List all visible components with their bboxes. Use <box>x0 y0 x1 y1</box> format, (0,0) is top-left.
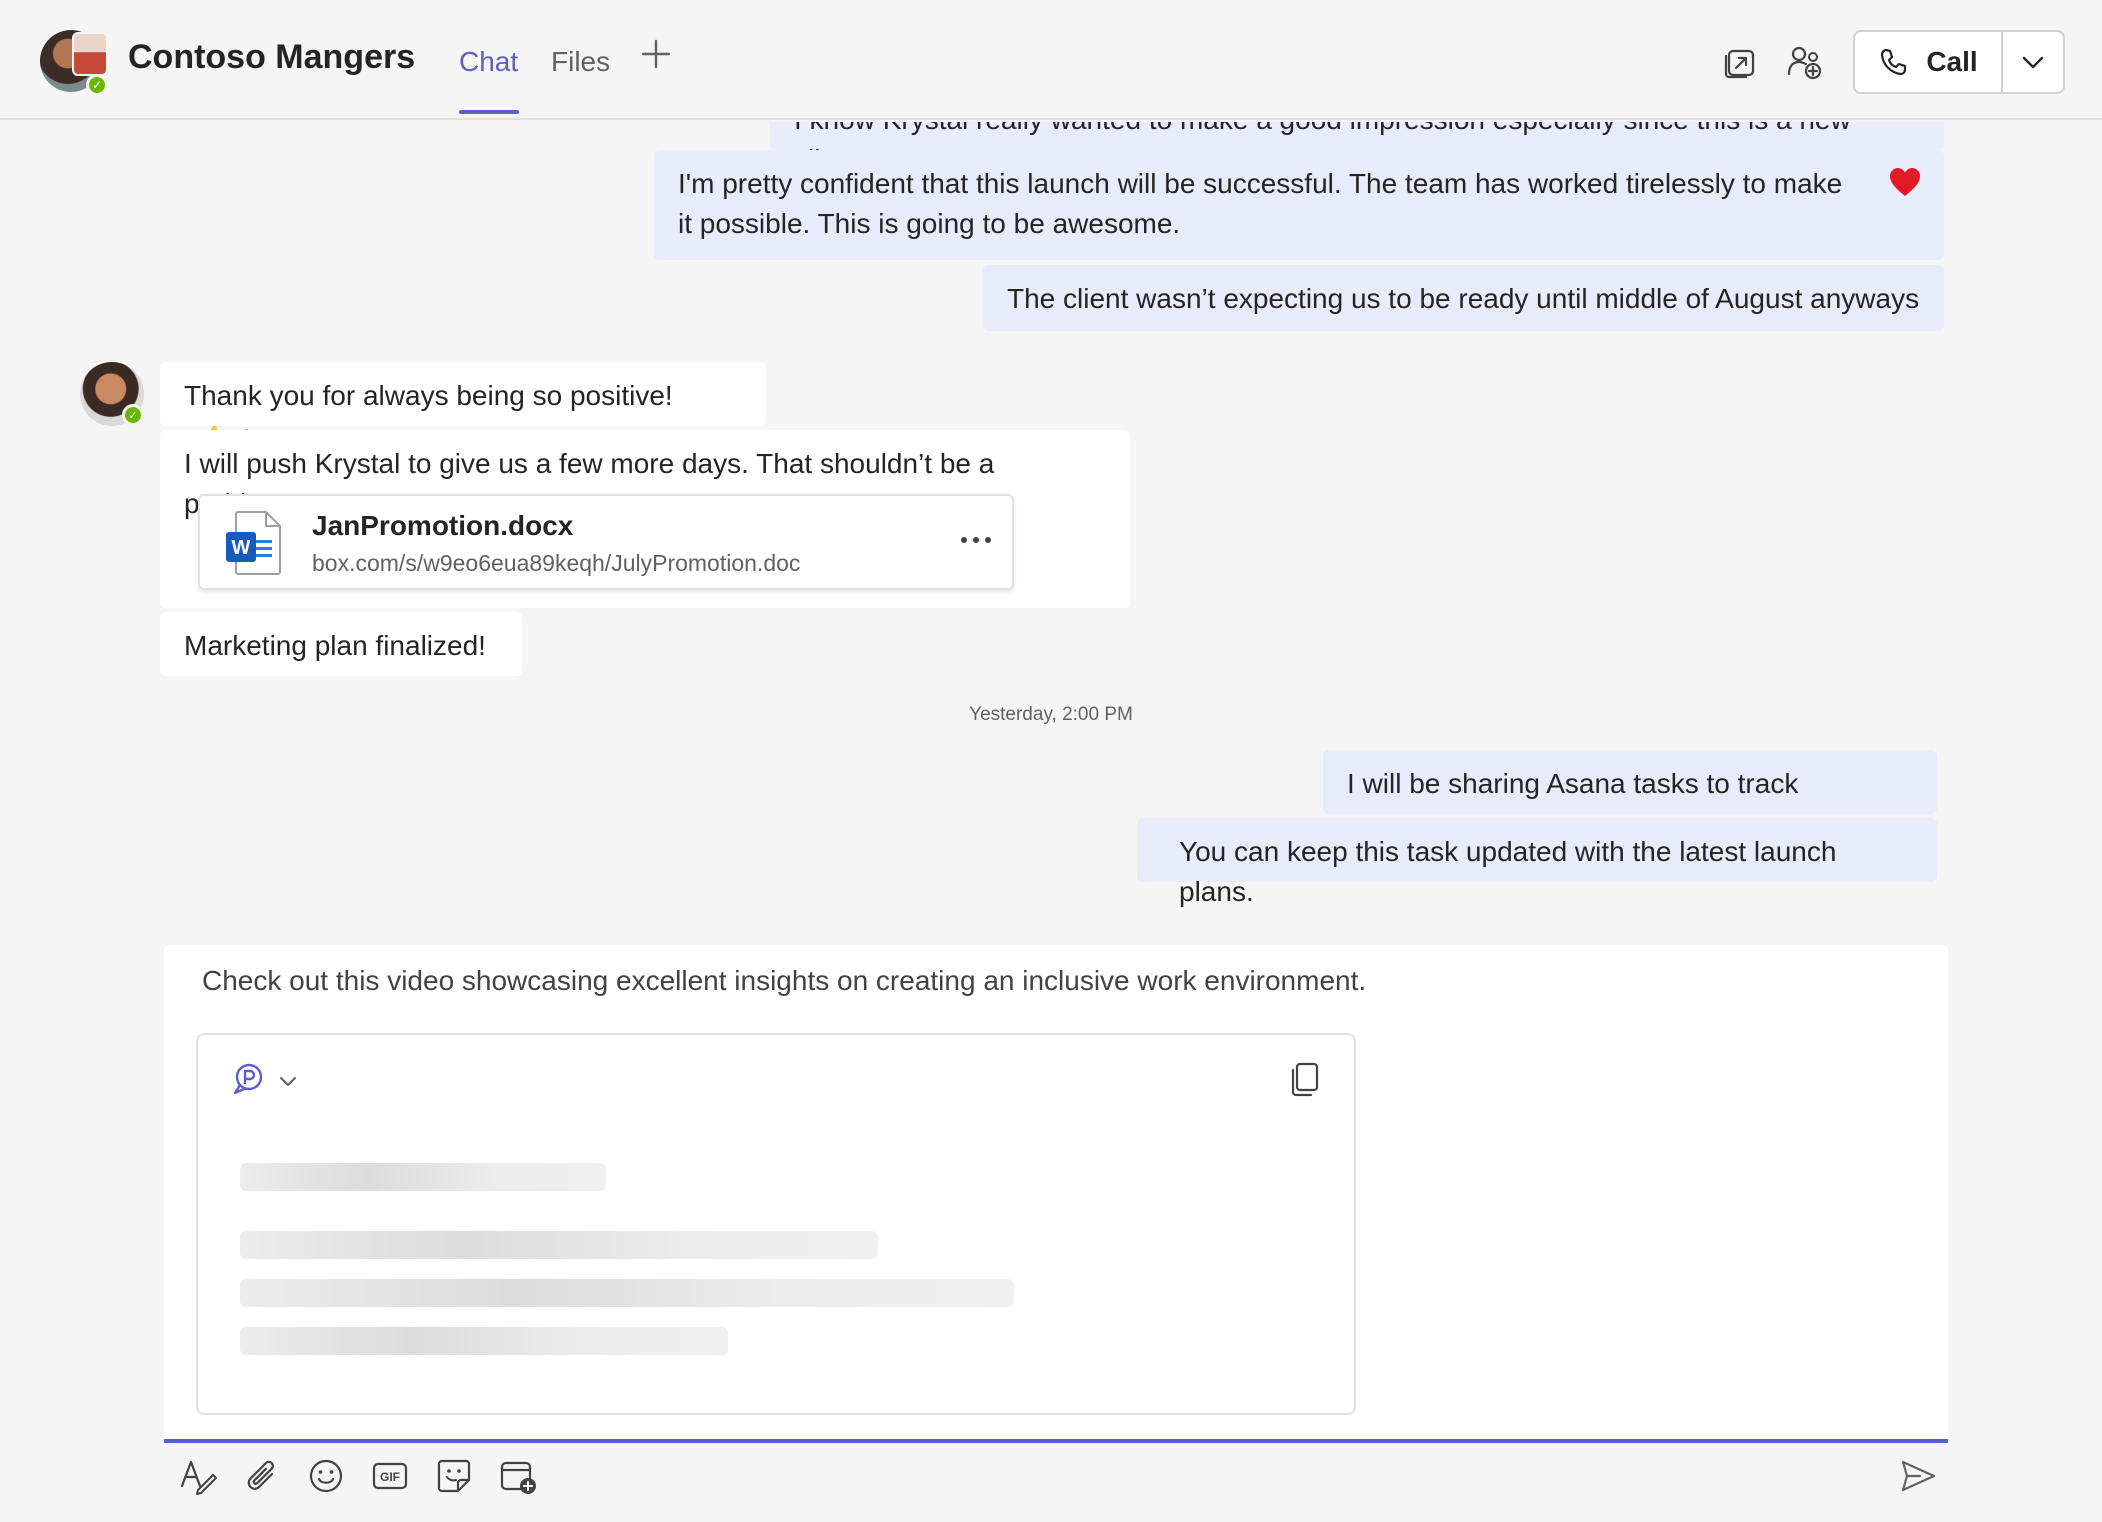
phone-icon <box>1881 48 1907 76</box>
call-button[interactable]: Call <box>1855 32 2003 92</box>
file-name[interactable]: JanPromotion.docx <box>312 510 573 542</box>
tab-chat[interactable]: Chat <box>459 46 518 78</box>
message-other-1[interactable]: Thank you for always being so positive! … <box>160 362 766 451</box>
plus-icon[interactable] <box>640 38 672 70</box>
presence-available-icon: ✓ <box>86 74 108 96</box>
schedule-meeting-icon[interactable] <box>498 1456 538 1496</box>
message-partial[interactable]: I know Krystal really wanted to make a g… <box>770 122 1944 150</box>
active-tab-indicator <box>459 110 519 114</box>
loading-placeholder <box>240 1327 728 1355</box>
chat-header: ✓ Contoso Mangers Chat Files Call <box>0 0 2102 120</box>
add-people-icon[interactable] <box>1786 44 1822 80</box>
copy-icon[interactable] <box>1288 1061 1322 1097</box>
message-text: I'm pretty confident that this launch wi… <box>678 168 1843 239</box>
message-own-1[interactable]: I'm pretty confident that this launch wi… <box>654 150 1944 260</box>
message-other-3[interactable]: Marketing plan finalized! <box>160 612 522 676</box>
message-text: Marketing plan finalized! <box>184 630 486 661</box>
message-text: The client wasn’t expecting us to be rea… <box>1007 283 1920 314</box>
chevron-down-icon <box>2022 56 2044 69</box>
loading-placeholder <box>240 1163 606 1191</box>
send-icon[interactable] <box>1898 1456 1938 1496</box>
timestamp-divider: Yesterday, 2:00 PM <box>969 704 1133 725</box>
message-own-2[interactable]: The client wasn’t expecting us to be rea… <box>983 265 1944 331</box>
avatar-member-2 <box>72 32 108 76</box>
loop-component-card[interactable] <box>196 1033 1356 1415</box>
format-icon[interactable] <box>178 1456 218 1496</box>
message-list[interactable]: I know Krystal really wanted to make a g… <box>0 122 2102 942</box>
file-attachment[interactable]: W JanPromotion.docx box.com/s/w9eo6eua89… <box>198 494 1014 590</box>
message-text: Thank you for always being so positive! <box>184 380 673 411</box>
file-url: box.com/s/w9eo6eua89keqh/JulyPromotion.d… <box>312 550 801 576</box>
message-text: I know Krystal really wanted to make a g… <box>794 122 1920 150</box>
svg-text:W: W <box>232 537 251 559</box>
call-label: Call <box>1926 46 1978 77</box>
chevron-down-icon[interactable] <box>278 1071 298 1091</box>
compose-input-text[interactable]: Check out this video showcasing excellen… <box>202 965 1366 997</box>
message-own-3[interactable]: I will be sharing Asana tasks to track p… <box>1323 750 1937 839</box>
message-own-4[interactable]: You can keep this task updated with the … <box>1137 818 1937 907</box>
presence-available-icon: ✓ <box>122 404 144 426</box>
sticker-icon[interactable] <box>434 1456 474 1496</box>
heart-icon[interactable] <box>1888 166 1922 198</box>
compose-box[interactable]: Check out this video showcasing excellen… <box>164 945 1948 1443</box>
loading-placeholder <box>240 1279 1014 1307</box>
chat-title[interactable]: Contoso Mangers <box>128 38 415 77</box>
svg-text:GIF: GIF <box>380 1470 400 1484</box>
group-avatar[interactable]: ✓ <box>40 30 108 96</box>
tab-files[interactable]: Files <box>551 46 610 78</box>
message-text: You can keep this task updated with the … <box>1179 836 1837 907</box>
more-options-icon[interactable] <box>956 526 996 554</box>
emoji-icon[interactable] <box>306 1456 346 1496</box>
call-button-group: Call <box>1853 30 2065 94</box>
word-file-icon: W <box>226 511 281 575</box>
gif-icon[interactable]: GIF <box>370 1456 410 1496</box>
loop-icon[interactable] <box>230 1061 266 1097</box>
compose-toolbar: GIF <box>164 1452 1948 1508</box>
loading-placeholder <box>240 1231 878 1259</box>
popout-icon[interactable] <box>1722 44 1758 80</box>
call-options-dropdown[interactable] <box>2003 32 2063 92</box>
attach-icon[interactable] <box>242 1456 282 1496</box>
